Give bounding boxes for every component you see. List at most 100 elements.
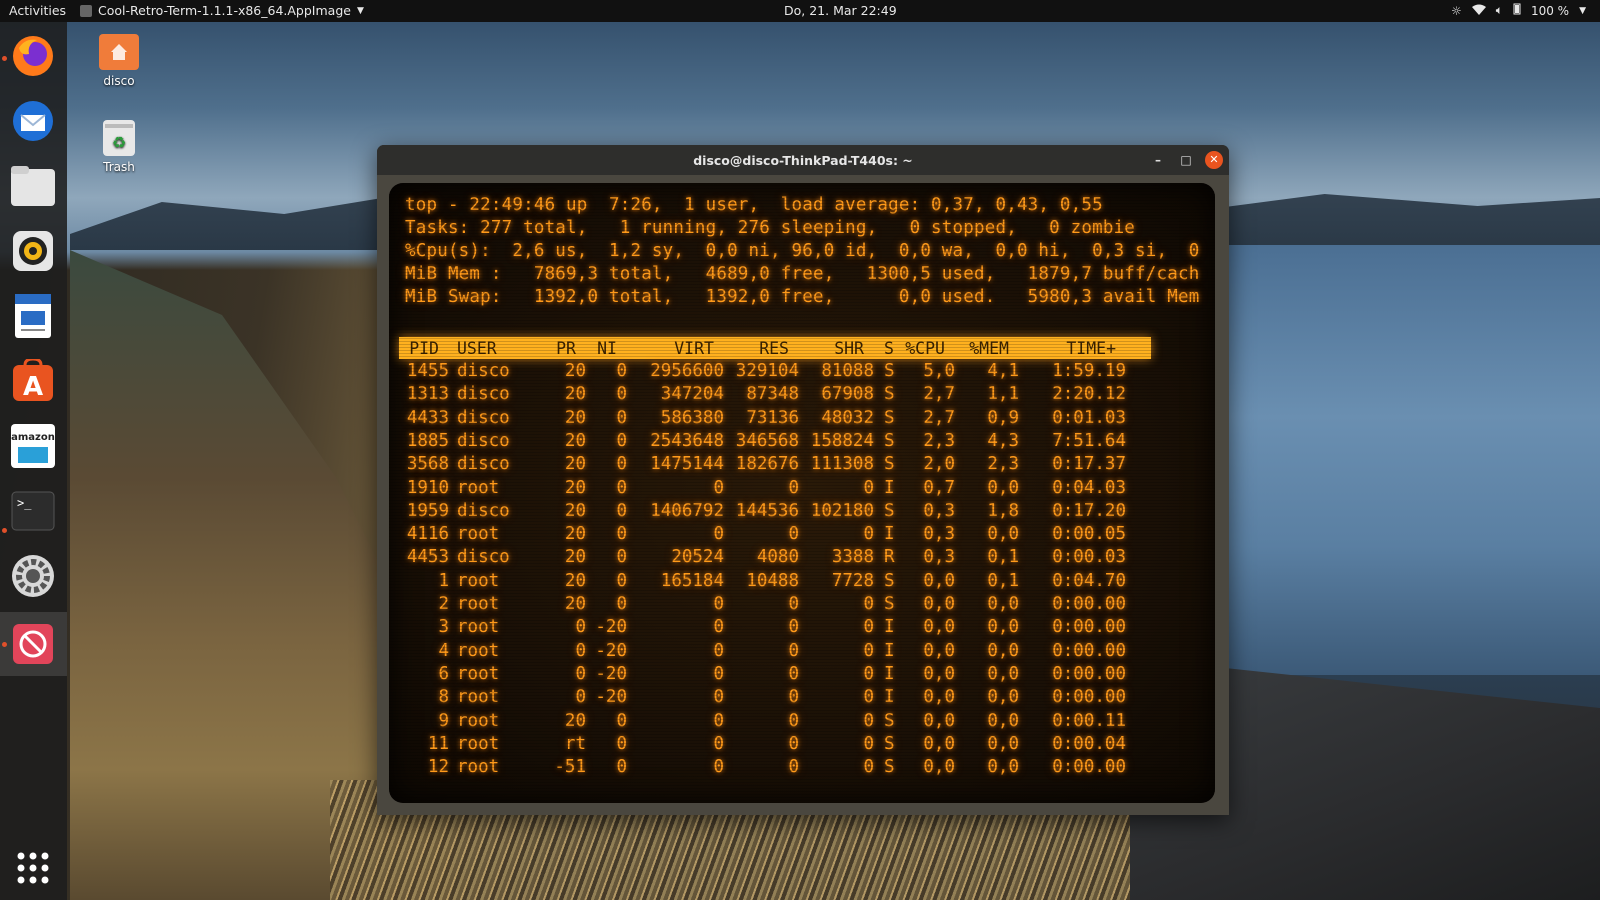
process-cell-user: disco <box>457 384 510 405</box>
column-header: %CPU <box>905 339 945 358</box>
process-cell-shr: 0 <box>863 733 874 754</box>
terminal-icon[interactable]: >_ <box>9 487 57 535</box>
process-cell-virt: 0 <box>713 640 724 661</box>
process-row[interactable]: 1959 disco 20 0 1406792 144536 102180 S 0,3 1,8 0:… <box>389 501 1149 524</box>
process-row[interactable]: 4453 disco 20 0 20524 4080 3388 R 0,3 0,1 0:00.03 <box>389 547 1149 570</box>
process-cell-time: 1:59.19 <box>1052 361 1126 381</box>
column-header: RES <box>759 339 789 358</box>
process-cell-res: 0 <box>788 757 799 778</box>
settings-icon[interactable] <box>9 552 57 600</box>
process-row[interactable]: 1910 root 20 0 0 0 0 I 0,7 0,0 0:04.03 <box>389 478 1149 501</box>
process-row[interactable]: 1 root 20 0 165184 10488 7728 S 0,0 0,1 0:04.70 <box>389 571 1149 594</box>
process-row[interactable]: 9 root 20 0 0 0 0 S 0,0 0,0 0:00.11 <box>389 711 1149 734</box>
process-row[interactable]: 11 root rt 0 0 0 0 S 0,0 0,0 0:00.04 <box>389 734 1149 757</box>
process-row[interactable]: 2 root 20 0 0 0 0 S 0,0 0,0 0:00.00 <box>389 594 1149 617</box>
process-cell-s: R <box>884 547 895 568</box>
process-cell-ni: -20 <box>595 640 627 661</box>
process-row[interactable]: 3 root 0 -20 0 0 0 I 0,0 0,0 0:00.00 <box>389 617 1149 640</box>
summary-line: %Cpu(s): 2,6 us, 1,2 sy, 0,0 ni, 96,0 id… <box>405 241 1200 261</box>
writer-icon[interactable] <box>9 292 57 340</box>
process-cell-pid: 4116 <box>406 524 449 545</box>
process-cell-s: I <box>884 617 895 638</box>
desktop-home-folder[interactable]: disco <box>84 34 154 88</box>
process-cell-time: 0:00.00 <box>1052 617 1126 638</box>
software-center-icon[interactable]: A <box>9 357 57 405</box>
column-header: VIRT <box>674 339 714 358</box>
rhythmbox-icon[interactable] <box>9 227 57 275</box>
process-cell-user: root <box>457 687 500 708</box>
process-cell-pid: 1313 <box>406 384 449 405</box>
process-row[interactable]: 1455 disco 20 0 2956600 329104 81088 S 5,0 4,1 1:5… <box>389 361 1149 384</box>
process-row[interactable]: 6 root 0 -20 0 0 0 I 0,0 0,0 0:00.00 <box>389 664 1149 687</box>
process-cell-ni: -20 <box>595 617 627 638</box>
process-cell-mem: 0,9 <box>987 407 1019 428</box>
process-cell-pr: 0 <box>575 663 586 684</box>
process-cell-pid: 11 <box>427 733 449 754</box>
process-cell-cpu: 2,3 <box>923 430 955 451</box>
process-row[interactable]: 1885 disco 20 0 2543648 346568 158824 S 2,3 4,3 7:… <box>389 431 1149 454</box>
summary-line: MiB Swap: 1392,0 total, 1392,0 free, 0,0… <box>405 287 1200 307</box>
process-cell-shr: 81088 <box>821 361 874 381</box>
process-cell-mem: 0,0 <box>987 663 1019 684</box>
running-indicator <box>2 642 7 647</box>
process-cell-time: 0:00.00 <box>1052 663 1126 684</box>
system-tray[interactable]: ☼ 🔈︎ 100 % ▼ <box>1451 3 1586 18</box>
process-row[interactable]: 3568 disco 20 0 1475144 182676 111308 S 2,0 2,3 0:… <box>389 454 1149 477</box>
process-row[interactable]: 8 root 0 -20 0 0 0 I 0,0 0,0 0:00.00 <box>389 687 1149 710</box>
process-cell-pr: 20 <box>564 524 586 545</box>
maximize-button[interactable]: □ <box>1177 151 1195 169</box>
process-cell-s: S <box>884 500 895 521</box>
process-cell-mem: 4,1 <box>987 361 1019 381</box>
process-cell-ni: -20 <box>595 687 627 708</box>
terminal-screen[interactable]: top - 22:49:46 up 7:26, 1 user, load ave… <box>389 183 1215 803</box>
desktop-trash[interactable]: ♻ Trash <box>84 120 154 174</box>
process-cell-virt: 0 <box>713 594 724 614</box>
process-cell-pid: 4 <box>438 640 449 661</box>
process-cell-mem: 0,0 <box>987 733 1019 754</box>
process-cell-s: S <box>884 594 895 614</box>
process-cell-pid: 9 <box>438 710 449 731</box>
process-cell-virt: 1406792 <box>650 500 724 521</box>
process-cell-cpu: 2,7 <box>923 407 955 428</box>
process-cell-s: S <box>884 733 895 754</box>
column-header: %MEM <box>969 339 1009 358</box>
process-row[interactable]: 4 root 0 -20 0 0 0 I 0,0 0,0 0:00.00 <box>389 641 1149 664</box>
app-menu-label: Cool-Retro-Term-1.1.1-x86_64.AppImage <box>98 3 351 18</box>
process-cell-shr: 48032 <box>821 407 874 428</box>
process-cell-s: I <box>884 477 895 498</box>
amazon-icon[interactable]: amazon <box>9 422 57 470</box>
process-cell-user: disco <box>457 454 510 475</box>
summary-line: top - 22:49:46 up 7:26, 1 user, load ave… <box>405 195 1103 215</box>
app-menu[interactable]: Cool-Retro-Term-1.1.1-x86_64.AppImage ▼ <box>80 3 364 18</box>
window-titlebar[interactable]: disco@disco-ThinkPad-T440s: ~ – □ ✕ <box>377 145 1229 175</box>
process-cell-pid: 1455 <box>406 361 449 381</box>
process-row[interactable]: 4116 root 20 0 0 0 0 I 0,3 0,0 0:00.05 <box>389 524 1149 547</box>
process-cell-mem: 4,3 <box>987 430 1019 451</box>
process-cell-mem: 1,1 <box>987 384 1019 405</box>
close-button[interactable]: ✕ <box>1205 151 1223 169</box>
minimize-button[interactable]: – <box>1149 151 1167 169</box>
blocked-app-icon[interactable] <box>9 620 57 668</box>
process-cell-res: 0 <box>788 687 799 708</box>
process-cell-ni: 0 <box>616 430 627 451</box>
process-cell-time: 0:00.03 <box>1052 547 1126 568</box>
process-cell-shr: 0 <box>863 594 874 614</box>
firefox-icon[interactable] <box>9 32 57 80</box>
process-row[interactable]: 4433 disco 20 0 586380 73136 48032 S 2,7 0,9 0:01.… <box>389 408 1149 431</box>
activities-button[interactable]: Activities <box>9 3 66 18</box>
clock[interactable]: Do, 21. Mar 22:49 <box>784 3 897 18</box>
process-cell-pr: 0 <box>575 640 586 661</box>
thunderbird-icon[interactable] <box>9 97 57 145</box>
process-cell-virt: 1475144 <box>650 454 724 475</box>
process-cell-pr: 20 <box>564 500 586 521</box>
process-cell-ni: 0 <box>616 477 627 498</box>
app-grid-icon[interactable] <box>9 844 57 892</box>
process-row[interactable]: 12 root -51 0 0 0 0 S 0,0 0,0 0:00.00 <box>389 757 1149 780</box>
process-cell-mem: 0,0 <box>987 617 1019 638</box>
process-cell-mem: 1,8 <box>987 500 1019 521</box>
process-cell-pr: 0 <box>575 617 586 638</box>
files-icon[interactable] <box>9 162 57 210</box>
process-cell-time: 7:51.64 <box>1052 430 1126 451</box>
process-row[interactable]: 1313 disco 20 0 347204 87348 67908 S 2,7 1,1 2:20.… <box>389 384 1149 407</box>
process-cell-virt: 165184 <box>660 570 724 591</box>
